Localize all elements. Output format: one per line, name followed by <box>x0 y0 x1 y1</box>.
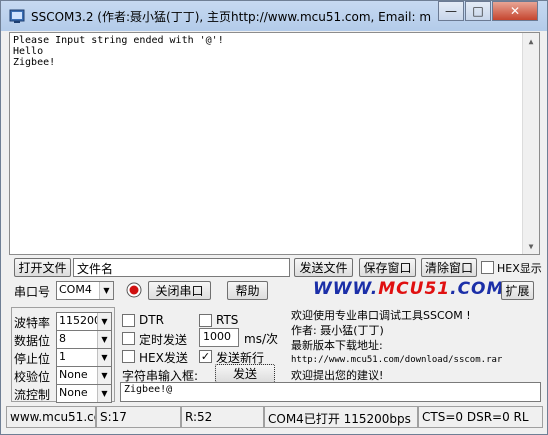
stop-bits-label: 停止位 <box>14 352 51 366</box>
chevron-down-icon: ▼ <box>97 385 111 402</box>
rts-label: RTS <box>216 313 239 327</box>
hex-display-label: HEX显示 <box>497 262 542 275</box>
send-button[interactable]: 发送 <box>215 364 275 383</box>
chevron-down-icon: ▼ <box>97 367 111 384</box>
rts-checkbox[interactable] <box>199 314 212 327</box>
timed-send-checkbox[interactable] <box>122 332 135 345</box>
window-title: SSCOM3.2 (作者:聂小猛(丁丁), 主页http://www.mcu51… <box>31 10 431 24</box>
parity-select[interactable]: None ▼ <box>56 366 112 385</box>
status-signals: CTS=0 DSR=0 RL <box>418 406 543 428</box>
info-line: 欢迎提出您的建议! <box>291 369 384 382</box>
logo-prefix: WWW. <box>313 279 379 299</box>
help-button[interactable]: 帮助 <box>227 281 268 300</box>
app-icon <box>9 9 25 23</box>
port-status-indicator-icon <box>126 282 142 298</box>
send-text-input[interactable]: Zigbee!@ <box>120 382 541 402</box>
status-sent-count: S:17 <box>96 406 181 428</box>
send-file-button[interactable]: 发送文件 <box>294 258 353 277</box>
mcu51-logo[interactable]: WWW.MCU51.COM <box>313 279 504 299</box>
baud-label: 波特率 <box>14 316 51 330</box>
chevron-down-icon: ▼ <box>97 349 111 366</box>
scroll-up-icon[interactable]: ▲ <box>523 33 539 49</box>
logo-suffix: .COM <box>450 279 505 299</box>
flow-control-label: 流控制 <box>14 388 51 402</box>
hex-send-checkbox[interactable] <box>122 350 135 363</box>
send-newline-checkbox[interactable]: ✓ <box>199 350 212 363</box>
hex-display-checkbox[interactable] <box>481 261 494 274</box>
maximize-button[interactable]: □ <box>465 1 491 21</box>
data-bits-label: 数据位 <box>14 334 51 348</box>
timed-send-label: 定时发送 <box>139 333 188 347</box>
dtr-label: DTR <box>139 313 164 327</box>
vertical-scrollbar[interactable]: ▲ ▼ <box>522 33 539 254</box>
flow-control-select[interactable]: None ▼ <box>56 384 112 403</box>
file-name-field[interactable]: 文件名 <box>73 258 290 277</box>
hex-send-label: HEX发送 <box>139 351 188 365</box>
chevron-down-icon: ▼ <box>97 313 111 330</box>
clear-window-button[interactable]: 清除窗口 <box>421 258 477 277</box>
info-line: 最新版本下载地址: <box>291 339 383 352</box>
minimize-button[interactable]: — <box>438 1 464 21</box>
parity-value: None <box>59 368 88 381</box>
output-line: Hello <box>13 46 44 57</box>
data-bits-select[interactable]: 8 ▼ <box>56 330 112 349</box>
status-port-state: COM4已打开 115200bps <box>264 406 418 428</box>
parity-label: 校验位 <box>14 370 51 384</box>
port-label: 串口号 <box>14 285 51 299</box>
logo-main: MCU51 <box>378 279 451 299</box>
chevron-down-icon: ▼ <box>97 331 111 348</box>
dtr-checkbox[interactable] <box>122 314 135 327</box>
baud-value: 115200 <box>59 314 101 327</box>
save-window-button[interactable]: 保存窗口 <box>359 258 416 277</box>
stop-bits-value: 1 <box>59 350 66 363</box>
stop-bits-select[interactable]: 1 ▼ <box>56 348 112 367</box>
interval-unit-label: ms/次 <box>244 332 278 346</box>
chevron-down-icon: ▼ <box>99 282 113 299</box>
main-window: SSCOM3.2 (作者:聂小猛(丁丁), 主页http://www.mcu51… <box>0 0 548 435</box>
expand-button[interactable]: 扩展 <box>501 281 534 300</box>
status-bar: www.mcu51.cor S:17 R:52 COM4已打开 115200bp… <box>6 406 543 428</box>
receive-output[interactable]: Please Input string ended with '@'! Hell… <box>9 32 540 255</box>
port-value: COM4 <box>59 283 92 296</box>
download-link[interactable]: http://www.mcu51.com/download/sscom.rar <box>291 353 541 368</box>
baud-select[interactable]: 115200 ▼ <box>56 312 112 331</box>
close-port-button[interactable]: 关闭串口 <box>148 281 211 300</box>
title-bar[interactable]: SSCOM3.2 (作者:聂小猛(丁丁), 主页http://www.mcu51… <box>1 1 547 31</box>
status-received-count: R:52 <box>181 406 264 428</box>
interval-input[interactable]: 1000 <box>199 328 239 347</box>
close-button[interactable]: ✕ <box>492 1 538 21</box>
status-site: www.mcu51.cor <box>6 406 96 428</box>
info-line: 作者: 聂小猛(丁丁) <box>291 324 384 337</box>
info-panel: 欢迎使用专业串口调试工具SSCOM ! 作者: 聂小猛(丁丁) 最新版本下载地址… <box>291 308 541 383</box>
open-file-button[interactable]: 打开文件 <box>14 258 71 277</box>
scroll-down-icon[interactable]: ▼ <box>523 238 539 254</box>
data-bits-value: 8 <box>59 332 66 345</box>
flow-control-value: None <box>59 386 88 399</box>
info-line: 欢迎使用专业串口调试工具SSCOM ! <box>291 309 471 322</box>
port-select[interactable]: COM4 ▼ <box>56 281 114 300</box>
output-line: Zigbee! <box>13 57 56 68</box>
output-line: Please Input string ended with '@'! <box>13 35 224 46</box>
